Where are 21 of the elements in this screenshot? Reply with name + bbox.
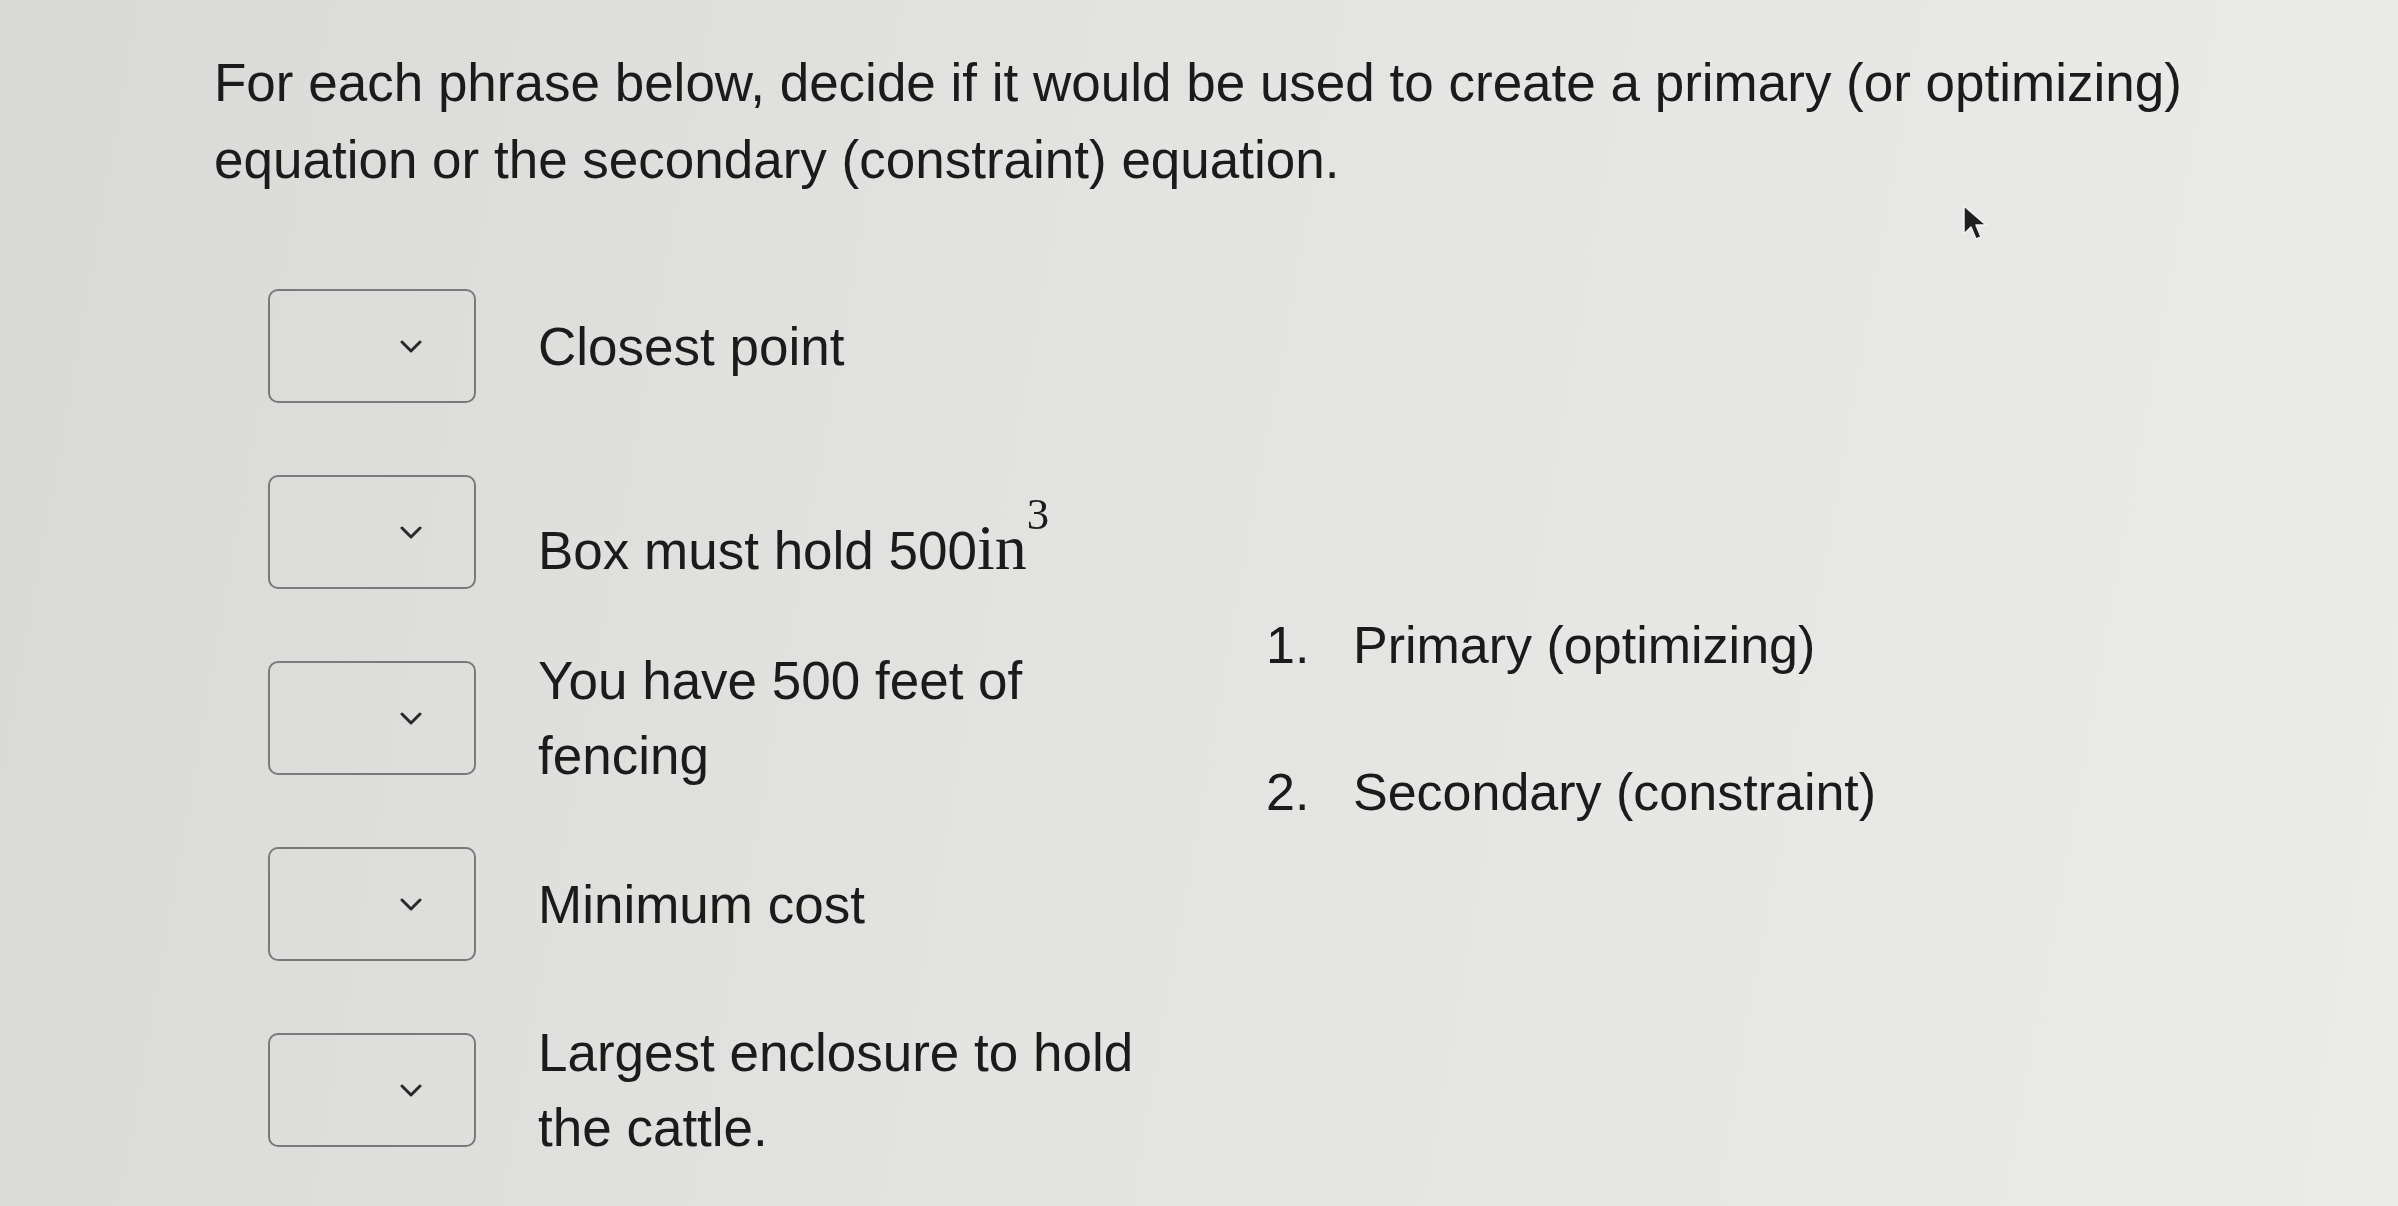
phrase-text: Largest enclosure to hold the cattle. <box>538 1022 1135 1159</box>
dropdown[interactable] <box>268 661 476 775</box>
dropdown[interactable] <box>268 289 476 403</box>
question-text: For each phrase below, decide if it would be used to create a primary (or optimizing) equation or the secondary (constraint) equation. <box>214 52 2183 191</box>
chevron-down-icon <box>400 711 422 725</box>
pointer-icon <box>1962 204 1988 242</box>
chevron-down-icon <box>400 525 422 539</box>
option-label: Secondary (constraint) <box>1353 762 1877 823</box>
option-number: 1. <box>1266 615 1311 676</box>
dropdown[interactable] <box>268 1033 476 1147</box>
chevron-down-icon <box>400 897 422 911</box>
chevron-down-icon <box>400 1083 422 1097</box>
chevron-down-icon <box>400 339 422 353</box>
phrase-text: Minimum cost <box>538 873 866 936</box>
phrase-text: Box must hold 500in$^{3}$ <box>538 487 1051 585</box>
dropdown[interactable] <box>268 475 476 589</box>
option-label: Primary (optimizing) <box>1353 615 1816 676</box>
option-number: 2. <box>1266 762 1311 823</box>
phrase-text: You have 500 feet of fencing <box>538 650 1024 787</box>
dropdown[interactable] <box>268 847 476 961</box>
phrase-text: Closest point <box>538 315 846 378</box>
